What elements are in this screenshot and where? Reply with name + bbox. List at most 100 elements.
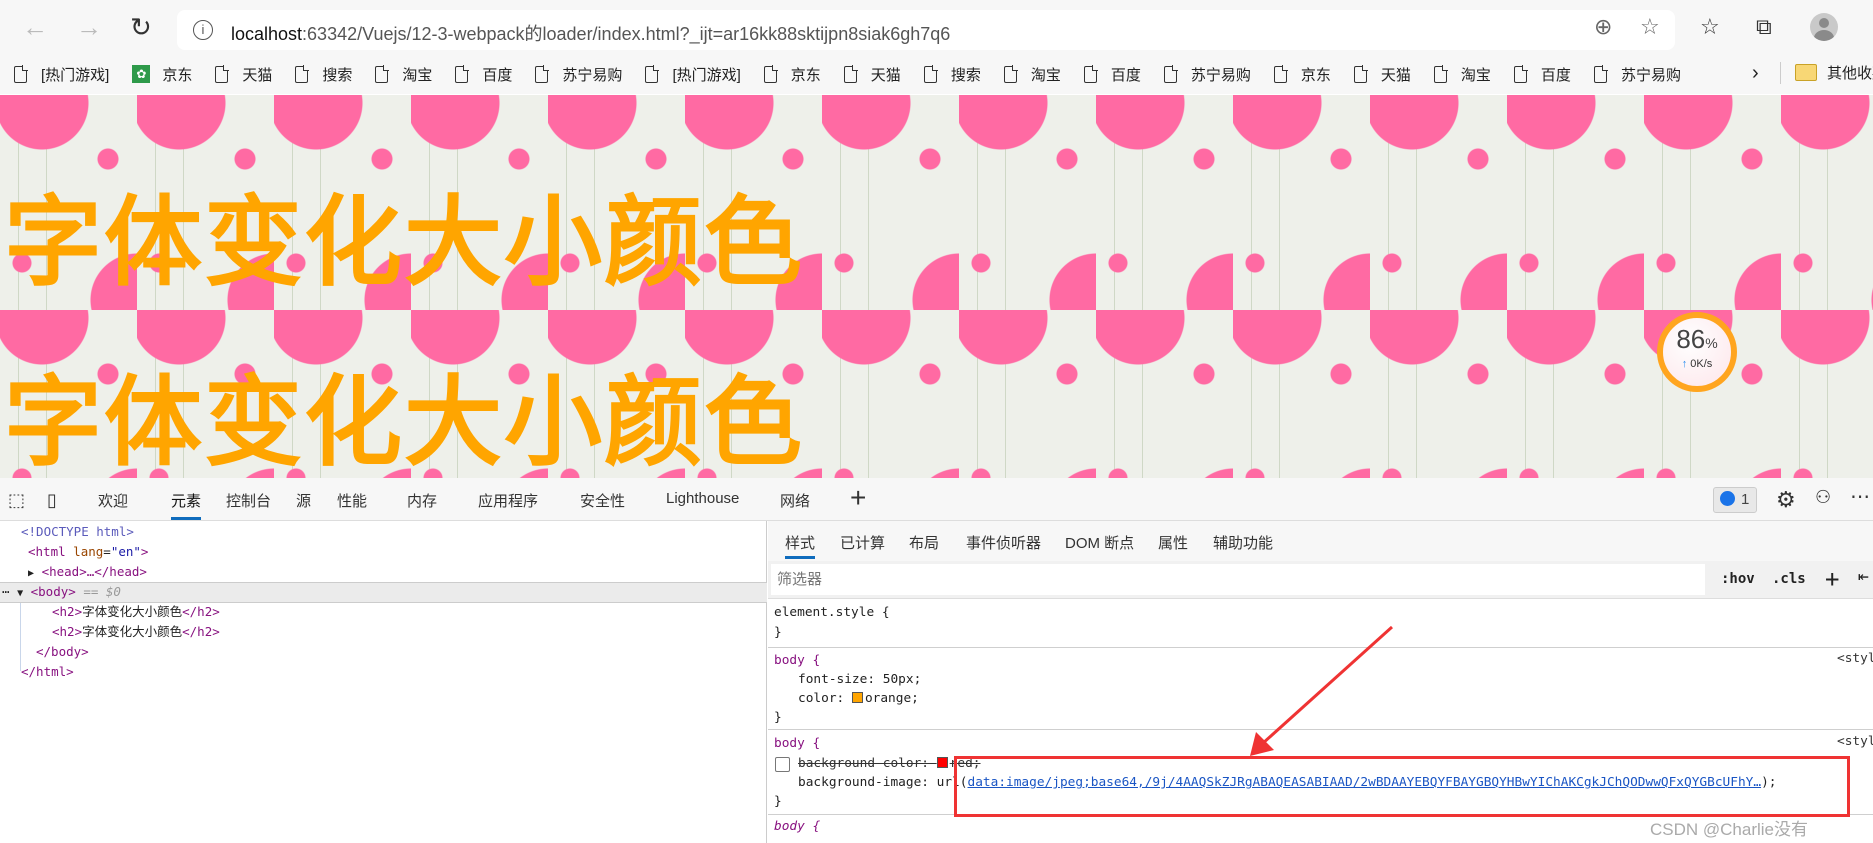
bookmark-label: 其他收藏 [1827, 65, 1873, 82]
favorites-icon[interactable]: ☆ [1700, 15, 1720, 39]
tab-security[interactable]: 安全性 [580, 490, 625, 511]
bookmark-item[interactable]: 百度 [1083, 64, 1141, 85]
more-options-icon[interactable]: ⋯ [1850, 484, 1870, 509]
bookmark-item[interactable]: 京东 [1273, 64, 1331, 85]
bookmark-item[interactable]: 百度 [455, 64, 512, 85]
message-icon [1720, 491, 1735, 506]
rule-selector[interactable]: body { [774, 651, 820, 670]
rule-selector[interactable]: body { [774, 817, 820, 836]
rule-selector[interactable]: element.style { [774, 603, 890, 622]
css-declaration[interactable]: font-size: 50px; [798, 670, 921, 689]
expand-triangle-icon: ▶ [28, 568, 35, 579]
rule-source-link[interactable]: <styl [1837, 651, 1873, 666]
bookmark-item[interactable]: 京东 [763, 64, 821, 85]
bookmark-label: 淘宝 [402, 66, 433, 84]
bookmark-item[interactable]: 天猫 [1353, 64, 1411, 85]
bookmark-item[interactable]: [热门游戏] [645, 64, 741, 85]
tab-properties[interactable]: 属性 [1158, 532, 1188, 553]
reload-icon[interactable]: ↻ [130, 13, 152, 41]
bookmark-item[interactable]: 淘宝 [1433, 64, 1491, 85]
dom-node-h2[interactable]: <h2>字体变化大小颜色</h2> [52, 622, 220, 642]
tab-elements[interactable]: 元素 [171, 490, 202, 520]
forward-icon[interactable]: → [76, 13, 102, 41]
bookmark-item[interactable]: [热门游戏] [14, 64, 109, 85]
device-toolbar-icon[interactable]: ▯ [47, 490, 57, 511]
bookmark-label: 百度 [482, 66, 513, 84]
inspect-element-icon[interactable]: ⬚ [8, 490, 25, 511]
bookmark-item[interactable]: 苏宁易购 [1593, 64, 1681, 85]
bookmark-item[interactable]: 搜索 [295, 64, 352, 85]
folder-icon [1795, 64, 1817, 81]
back-icon[interactable]: ← [22, 13, 48, 41]
add-tab-icon[interactable]: + [850, 482, 866, 514]
bookmark-label: 苏宁易购 [562, 66, 623, 84]
tab-styles[interactable]: 样式 [785, 532, 816, 559]
tab-memory[interactable]: 内存 [407, 490, 437, 511]
page-icon [1513, 64, 1528, 83]
bookmark-other-favorites[interactable]: 其他收藏 [1795, 62, 1873, 83]
bookmark-item[interactable]: 天猫 [843, 64, 901, 85]
declaration-checkbox[interactable] [775, 757, 790, 772]
tab-computed[interactable]: 已计算 [840, 532, 885, 553]
address-bar[interactable]: i localhost:63342/Vuejs/12-3-webpack的loa… [177, 10, 1675, 50]
cls-button[interactable]: .cls [1772, 571, 1806, 587]
dom-node-head[interactable]: ▶ <head>…</head> [28, 562, 147, 582]
bookmark-item[interactable]: 苏宁易购 [535, 64, 622, 85]
dom-node-html-close[interactable]: </html> [21, 662, 74, 682]
tab-dom-breakpoints[interactable]: DOM 断点 [1065, 532, 1134, 553]
page-icon [645, 64, 660, 83]
tab-lighthouse[interactable]: Lighthouse [666, 490, 739, 507]
dom-node-h2[interactable]: <h2>字体变化大小颜色</h2> [52, 602, 220, 622]
bookmark-item[interactable]: 天猫 [215, 64, 272, 85]
color-swatch[interactable] [851, 692, 863, 703]
chevron-right-icon[interactable]: › [1752, 62, 1759, 85]
tab-welcome[interactable]: 欢迎 [98, 490, 128, 511]
bookmark-item[interactable]: 淘宝 [1003, 64, 1061, 85]
toggle-sidebar-icon[interactable]: ⇤ [1858, 566, 1869, 587]
tab-console[interactable]: 控制台 [226, 490, 271, 511]
speed-percent: 86% [1676, 324, 1718, 354]
rule-selector[interactable]: body { [774, 734, 820, 753]
gear-icon[interactable]: ⚙ [1776, 487, 1796, 513]
bookmark-item[interactable]: 百度 [1513, 64, 1571, 85]
dom-node-doctype[interactable]: <!DOCTYPE html> [21, 522, 134, 542]
zoom-icon[interactable]: ⊕ [1594, 15, 1612, 39]
tab-layout[interactable]: 布局 [909, 532, 939, 553]
network-speed-widget[interactable]: 86% ↑ 0K/s [1657, 312, 1737, 392]
page-icon [535, 64, 550, 83]
rule-source-link[interactable]: <styl [1837, 734, 1873, 749]
bookmark-item[interactable]: ✿ 京东 [132, 64, 192, 85]
feedback-icon[interactable]: ⚇ [1815, 487, 1831, 508]
page-icon [923, 64, 938, 83]
tab-network[interactable]: 网络 [780, 490, 810, 511]
tab-sources[interactable]: 源 [296, 490, 311, 511]
page-heading: 字体变化大小颜色 [4, 187, 805, 297]
dom-node-html[interactable]: <html lang="en"> [28, 542, 148, 562]
speed-rate: ↑ 0K/s [1681, 358, 1713, 370]
bookmark-label: 搜索 [322, 66, 353, 84]
hov-button[interactable]: :hov [1721, 571, 1755, 587]
color-swatch[interactable] [936, 757, 948, 768]
add-favorite-icon[interactable]: ☆ [1640, 15, 1660, 39]
bookmark-item[interactable]: 搜索 [923, 64, 981, 85]
tab-application[interactable]: 应用程序 [478, 490, 538, 511]
bookmark-item[interactable]: 淘宝 [375, 64, 432, 85]
dom-node-body[interactable]: ⋯ ▼ <body> == $0 [2, 582, 121, 602]
devtools-toolbar: ⬚ ▯ 欢迎 元素 控制台 源 性能 内存 应用程序 安全性 Lighthous… [0, 478, 1873, 521]
bookmark-label: 百度 [1540, 66, 1571, 84]
dom-node-body-close[interactable]: </body> [36, 642, 89, 662]
collections-icon[interactable]: ⧉ [1756, 15, 1772, 39]
styles-filter-input[interactable] [771, 564, 1705, 595]
profile-avatar[interactable] [1810, 13, 1838, 41]
bookmark-label: 淘宝 [1030, 66, 1061, 84]
bookmark-item[interactable]: 苏宁易购 [1163, 64, 1251, 85]
tab-event-listeners[interactable]: 事件侦听器 [966, 532, 1041, 553]
rule-close: } [774, 710, 782, 725]
info-icon[interactable]: i [193, 20, 213, 40]
rule-close: } [774, 794, 782, 809]
new-rule-icon[interactable]: + [1825, 565, 1839, 593]
issues-badge[interactable]: 1 [1713, 487, 1757, 513]
tab-performance[interactable]: 性能 [337, 490, 367, 511]
tab-accessibility[interactable]: 辅助功能 [1213, 532, 1273, 553]
css-declaration[interactable]: color: orange; [798, 689, 919, 708]
